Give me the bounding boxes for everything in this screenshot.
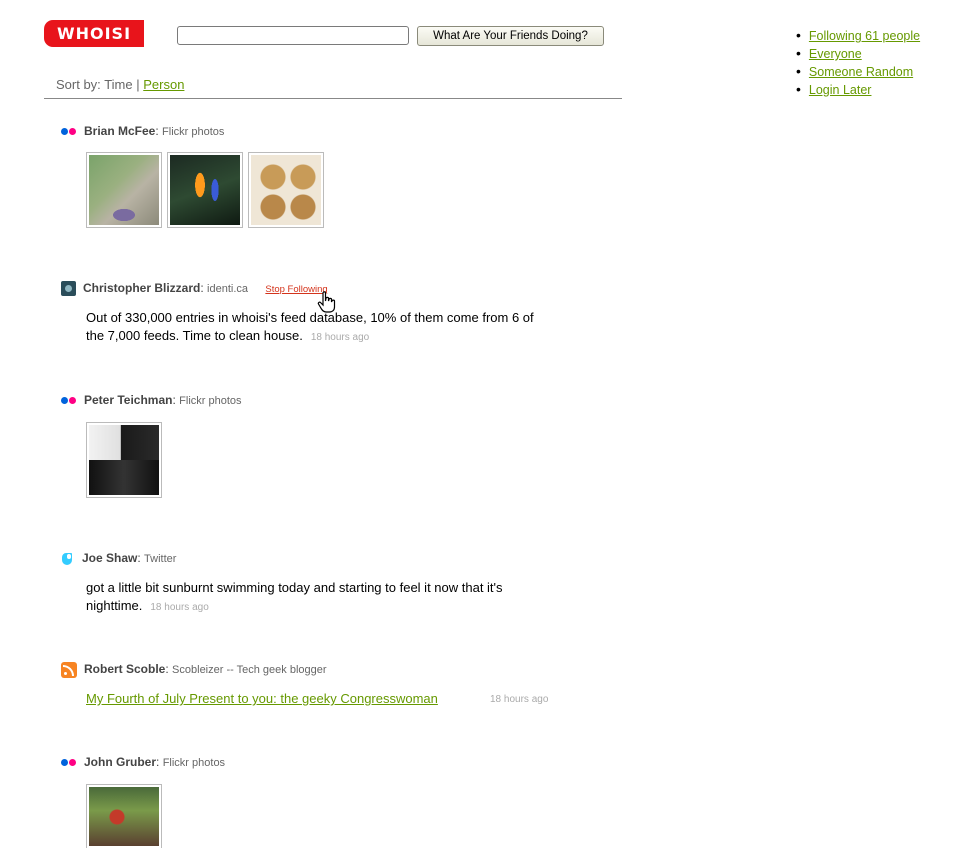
status-body: Out of 330,000 entries in whoisi's feed … — [86, 310, 534, 343]
photo-strip — [86, 784, 162, 848]
friends-doing-button[interactable]: What Are Your Friends Doing? — [417, 26, 604, 46]
side-nav-item: Everyone — [796, 44, 920, 62]
entry-header: Christopher Blizzard: identi.ca Stop Fol… — [61, 281, 328, 297]
someone-random-link[interactable]: Someone Random — [809, 65, 913, 79]
status-body: got a little bit sunburnt swimming today… — [86, 580, 503, 613]
photo-thumbnail[interactable] — [248, 152, 324, 228]
following-link[interactable]: Following 61 people — [809, 29, 920, 43]
sort-person-link[interactable]: Person — [143, 77, 184, 92]
feed-source: Scobleizer -- Tech geek blogger — [172, 664, 327, 677]
rss-icon — [61, 662, 77, 678]
search-input[interactable] — [177, 26, 409, 45]
entry-header: Joe Shaw: Twitter — [61, 551, 176, 566]
entry-header: Peter Teichman: Flickr photos — [61, 393, 242, 407]
sort-separator: | — [136, 77, 140, 92]
timestamp: 18 hours ago — [490, 694, 549, 705]
sort-label: Sort by: — [56, 77, 101, 92]
status-text: got a little bit sunburnt swimming today… — [86, 579, 536, 617]
entry-header: Robert Scoble: Scobleizer -- Tech geek b… — [61, 662, 327, 678]
entry-header: John Gruber: Flickr photos — [61, 755, 225, 769]
photo-thumbnail[interactable] — [86, 152, 162, 228]
photo-strip — [86, 152, 324, 228]
person-name[interactable]: Christopher Blizzard — [83, 281, 200, 295]
side-nav-item: Following 61 people — [796, 26, 920, 44]
photo-strip — [86, 422, 162, 498]
twitter-icon — [61, 552, 75, 566]
feed-source: identi.ca — [207, 283, 249, 295]
feed-source: Flickr photos — [162, 126, 225, 138]
blog-post-link[interactable]: My Fourth of July Present to you: the ge… — [86, 691, 438, 706]
login-later-link[interactable]: Login Later — [809, 83, 872, 97]
timestamp: 18 hours ago — [150, 602, 209, 613]
flickr-icon — [61, 396, 77, 405]
feed-source: Flickr photos — [162, 757, 226, 769]
feed-source: Twitter — [144, 553, 177, 565]
feed-source: Flickr photos — [179, 395, 242, 407]
flickr-icon — [61, 758, 77, 767]
everyone-link[interactable]: Everyone — [809, 47, 862, 61]
person-name[interactable]: Brian McFee — [84, 124, 155, 138]
person-name[interactable]: John Gruber — [84, 755, 156, 769]
side-nav-item: Someone Random — [796, 62, 920, 80]
flickr-icon — [61, 127, 77, 136]
sort-bar: Sort by: Time | Person — [56, 77, 184, 92]
timestamp: 18 hours ago — [310, 332, 370, 343]
photo-thumbnail[interactable] — [86, 422, 162, 498]
person-name[interactable]: Robert Scoble — [84, 662, 165, 676]
person-name[interactable]: Joe Shaw — [82, 551, 137, 565]
photo-thumbnail[interactable] — [86, 784, 162, 848]
sort-time: Time — [104, 77, 133, 92]
identica-icon — [61, 281, 76, 297]
person-name[interactable]: Peter Teichman — [84, 393, 172, 407]
whoisi-logo[interactable]: WHOISI — [44, 20, 144, 47]
divider — [44, 98, 622, 99]
entry-header: Brian McFee: Flickr photos — [61, 124, 224, 138]
status-text: Out of 330,000 entries in whoisi's feed … — [86, 309, 536, 347]
photo-thumbnail[interactable] — [167, 152, 243, 228]
side-nav-item: Login Later — [796, 80, 920, 98]
side-nav: Following 61 people Everyone Someone Ran… — [796, 26, 920, 98]
